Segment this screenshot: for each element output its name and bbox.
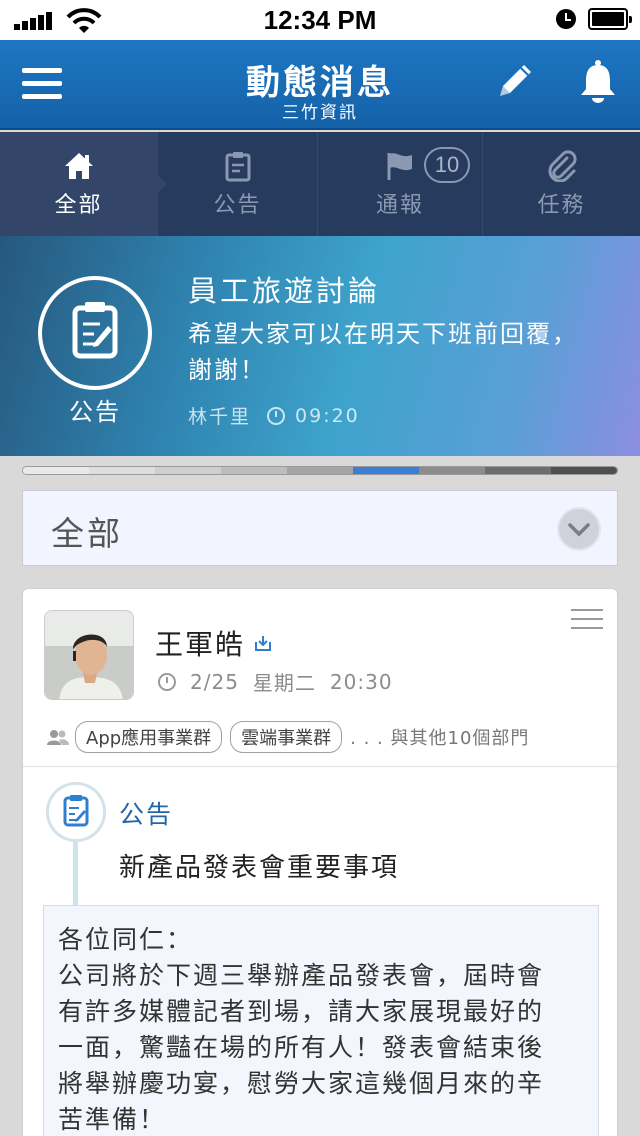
page-subtitle: 三竹資訊 — [282, 103, 358, 123]
post-body-line: 有許多媒體記者到場，請大家展現最好的 — [58, 997, 545, 1026]
divider — [23, 766, 617, 767]
card-menu-icon[interactable] — [571, 609, 603, 631]
post-body: 各位同仁： 公司將於下週三舉辦產品發表會，屆時會 有許多媒體記者到場，請大家展現… — [43, 905, 599, 1136]
banner-author: 林千里 — [188, 406, 252, 428]
post-date: 2/25 — [190, 669, 239, 694]
carousel-indicator-segment[interactable] — [485, 467, 551, 474]
post-type-label: 公告 — [119, 800, 174, 829]
carousel-indicator-segment[interactable] — [155, 467, 221, 474]
alarm-clock-icon — [556, 9, 576, 29]
banner-time: 09:20 — [295, 404, 360, 427]
clock-icon — [267, 406, 286, 425]
tab-task[interactable]: 任務 — [483, 132, 640, 236]
tab-label: 通報 — [375, 193, 424, 218]
carousel-indicator-segment[interactable] — [353, 467, 419, 474]
tab-announcement[interactable]: 公告 — [158, 132, 318, 236]
carousel-indicator-segment[interactable] — [419, 467, 485, 474]
download-icon[interactable] — [253, 633, 273, 653]
tab-label: 任務 — [537, 193, 586, 218]
banner-title: 員工旅遊討論 — [188, 274, 381, 308]
featured-banner[interactable]: 公告 員工旅遊討論 希望大家可以在明天下班前回覆， 謝謝！ 林千里 09:20 — [0, 236, 640, 456]
announcement-type-icon — [38, 276, 152, 390]
post-weekday: 星期二 — [252, 671, 316, 695]
tab-label: 全部 — [54, 193, 103, 218]
home-icon — [63, 149, 95, 183]
chevron-down-icon[interactable] — [557, 507, 601, 551]
banner-meta: 林千里 09:20 — [188, 402, 360, 429]
battery-icon — [588, 8, 632, 30]
clipboard-icon — [224, 149, 252, 183]
banner-body: 希望大家可以在明天下班前回覆， 謝謝！ — [188, 316, 640, 388]
more-departments-link[interactable]: . . . 與其他10個部門 — [350, 724, 529, 750]
avatar[interactable] — [44, 610, 134, 700]
carousel-indicator[interactable] — [22, 466, 618, 475]
carousel-indicator-segment[interactable] — [551, 467, 617, 474]
post-body-line: 一面，驚豔在場的所有人！發表會結束後 — [58, 1033, 545, 1062]
post-body-line: 各位同仁： — [58, 925, 194, 954]
department-list: App應用事業群 雲端事業群 . . . 與其他10個部門 — [47, 721, 529, 753]
carousel-indicator-segment[interactable] — [23, 467, 89, 474]
carousel-indicator-segment[interactable] — [89, 467, 155, 474]
banner-body-line: 希望大家可以在明天下班前回覆， — [188, 320, 578, 348]
tab-label: 公告 — [213, 193, 262, 218]
banner-body-line: 謝謝！ — [188, 356, 266, 384]
department-chip[interactable]: 雲端事業群 — [230, 721, 343, 753]
post-title: 新產品發表會重要事項 — [119, 853, 400, 883]
flag-icon — [385, 149, 415, 183]
nav-bar: 動態消息 三竹資訊 — [0, 40, 640, 130]
status-bar: 12:34 PM — [0, 0, 640, 40]
carousel-indicator-segment[interactable] — [287, 467, 353, 474]
post-body-line: 公司將於下週三舉辦產品發表會，屆時會 — [58, 961, 545, 990]
bell-icon[interactable] — [577, 58, 619, 104]
post-body-line: 將舉辦慶功宴，慰勞大家這幾個月來的辛 — [58, 1069, 545, 1098]
filter-selected-value: 全部 — [51, 514, 123, 553]
page-title: 動態消息 — [246, 63, 394, 103]
post-time: 20:30 — [329, 669, 393, 694]
filter-dropdown[interactable]: 全部 — [22, 490, 618, 566]
post-body-line: 苦準備！ — [58, 1105, 167, 1134]
status-time: 12:34 PM — [263, 5, 377, 35]
post-author: 王軍皓 — [155, 623, 273, 663]
carousel-indicator-segment[interactable] — [221, 467, 287, 474]
category-tabs: 全部 公告 通報 任務 — [0, 132, 640, 236]
tab-all[interactable]: 全部 — [0, 132, 167, 236]
clipboard-icon — [46, 782, 106, 842]
department-chip[interactable]: App應用事業群 — [75, 721, 223, 753]
post-author-name: 王軍皓 — [155, 628, 246, 661]
banner-type-label: 公告 — [69, 398, 121, 426]
paperclip-icon — [547, 149, 577, 183]
post-card[interactable]: 王軍皓 2/25 星期二 20:30 App應用事業群 雲端事業群 . . . … — [22, 588, 618, 1136]
pencil-icon[interactable] — [494, 60, 536, 102]
clock-icon — [158, 672, 176, 691]
post-timestamp: 2/25 星期二 20:30 — [158, 667, 407, 696]
report-count-badge: 10 — [424, 147, 470, 183]
people-icon — [47, 730, 69, 745]
